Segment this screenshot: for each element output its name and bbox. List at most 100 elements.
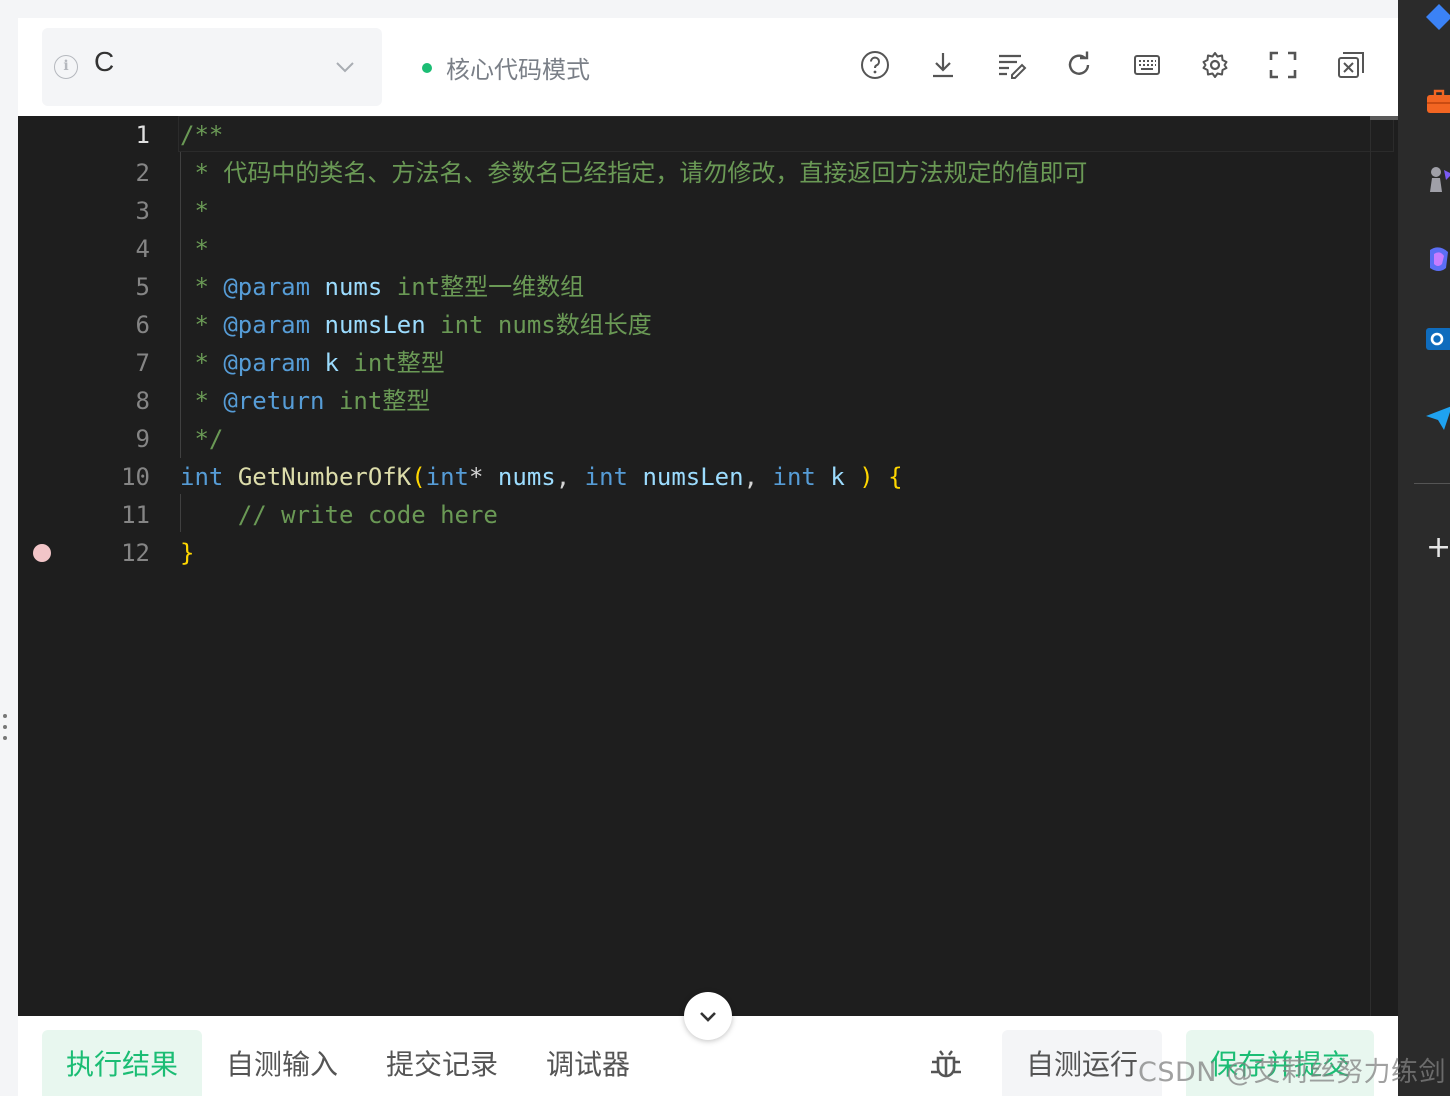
diamond-icon[interactable]: [1424, 2, 1450, 32]
drag-handle[interactable]: [3, 714, 9, 748]
vertical-scrollbar[interactable]: [1370, 116, 1398, 1016]
tab-run-result[interactable]: 执行结果: [42, 1030, 202, 1096]
chevron-down-icon: [336, 62, 354, 73]
code-line[interactable]: */: [180, 420, 223, 458]
code-token: ): [859, 463, 874, 491]
code-token: numsLen: [324, 311, 426, 339]
editor-toolbar: i C 核心代码模式: [18, 18, 1398, 116]
code-token: @param: [223, 349, 311, 377]
help-button[interactable]: [858, 48, 892, 82]
download-button[interactable]: [926, 48, 960, 82]
code-token: int整型一维数组: [382, 273, 585, 301]
code-line[interactable]: /**: [180, 116, 223, 154]
code-token: */: [180, 425, 224, 453]
code-token: (: [411, 463, 426, 491]
code-token: *: [180, 273, 224, 301]
code-token: int nums数组长度: [425, 311, 652, 339]
fullscreen-icon: [1269, 51, 1297, 79]
code-line[interactable]: int GetNumberOfK(int* nums, int numsLen,…: [180, 458, 903, 496]
code-line[interactable]: // write code here: [180, 496, 498, 534]
keyboard-icon: [1134, 55, 1160, 75]
code-token: int: [772, 463, 816, 491]
chess-icon[interactable]: [1424, 164, 1450, 194]
code-token: *: [180, 235, 209, 263]
toolbox-icon[interactable]: [1424, 86, 1450, 116]
browser-sidebar: +: [1398, 0, 1450, 1096]
code-token: @param: [223, 273, 311, 301]
format-button[interactable]: [994, 48, 1028, 82]
collapse-panel-button[interactable]: [684, 992, 732, 1040]
watermark-text: CSDN @艾莉丝努力练剑: [1138, 1057, 1447, 1088]
code-line[interactable]: }: [180, 534, 194, 572]
line-number[interactable]: 8: [90, 382, 150, 420]
code-line[interactable]: * @param nums int整型一维数组: [180, 268, 584, 306]
line-number[interactable]: 7: [90, 344, 150, 382]
line-number[interactable]: 5: [90, 268, 150, 306]
code-line[interactable]: * @return int整型: [180, 382, 430, 420]
reset-button[interactable]: [1062, 48, 1096, 82]
format-icon: [999, 54, 1027, 79]
language-select[interactable]: i C: [42, 28, 382, 106]
add-icon[interactable]: +: [1426, 533, 1450, 563]
code-token: * 代码中的类名、方法名、参数名已经指定，请勿修改，直接返回方法规定的值即可: [180, 159, 1088, 187]
line-number[interactable]: 11: [90, 496, 150, 534]
line-number[interactable]: 4: [90, 230, 150, 268]
code-token: int: [425, 463, 470, 491]
settings-icon: [1202, 52, 1228, 78]
mode-status-dot: [422, 62, 432, 73]
code-token: GetNumberOfK: [237, 463, 412, 491]
line-number[interactable]: 2: [90, 154, 150, 192]
tab-submission-history[interactable]: 提交记录: [374, 1030, 510, 1096]
outlook-icon[interactable]: [1424, 324, 1450, 354]
shortcut-button[interactable]: [1130, 48, 1164, 82]
line-number[interactable]: 1: [90, 116, 150, 154]
code-token: int整型: [324, 387, 431, 415]
code-token: int: [180, 463, 224, 491]
code-line[interactable]: * 代码中的类名、方法名、参数名已经指定，请勿修改，直接返回方法规定的值即可: [180, 154, 1087, 192]
code-token: {: [888, 463, 903, 491]
breakpoint-dot[interactable]: [33, 544, 51, 562]
settings-button[interactable]: [1198, 48, 1232, 82]
code-token: ,: [555, 463, 585, 491]
line-number[interactable]: 3: [90, 192, 150, 230]
close-window-button[interactable]: [1334, 48, 1368, 82]
line-number[interactable]: 12: [90, 534, 150, 572]
code-token: int: [584, 463, 628, 491]
code-token: @return: [223, 387, 325, 415]
mode-label: 核心代码模式: [446, 56, 590, 84]
code-mode: 核心代码模式: [422, 50, 590, 85]
language-value: C: [94, 46, 115, 77]
reset-icon: [1068, 51, 1090, 75]
code-token: nums: [497, 463, 556, 491]
line-number[interactable]: 9: [90, 420, 150, 458]
code-token: // write code here: [180, 501, 498, 529]
send-icon[interactable]: [1424, 402, 1450, 432]
code-line[interactable]: *: [180, 192, 208, 230]
bug-icon[interactable]: [926, 1042, 966, 1082]
code-editor[interactable]: 1 2 3 4 5 6 7 8 9 10 11 12 /** * 代码中的类名、方法名、参数名已经指定…: [18, 116, 1398, 1016]
code-token: *: [469, 463, 498, 491]
code-line[interactable]: * @param k int整型: [180, 344, 445, 382]
tab-test-input[interactable]: 自测输入: [214, 1030, 350, 1096]
code-line[interactable]: *: [180, 230, 209, 268]
info-icon[interactable]: i: [54, 55, 78, 79]
tab-debugger[interactable]: 调试器: [534, 1030, 642, 1096]
scrollbar-thumb[interactable]: [1370, 116, 1398, 120]
sidebar-separator: [1414, 483, 1450, 484]
code-line[interactable]: * @param numsLen int nums数组长度: [180, 306, 652, 344]
fullscreen-button[interactable]: [1266, 48, 1300, 82]
line-number[interactable]: 10: [90, 458, 150, 496]
copilot-icon[interactable]: [1424, 244, 1450, 274]
line-number[interactable]: 6: [90, 306, 150, 344]
code-token: *: [180, 349, 224, 377]
code-token: ,: [743, 463, 773, 491]
code-token: k: [324, 349, 339, 377]
code-token: int整型: [338, 349, 445, 377]
close-window-icon: [1338, 52, 1364, 78]
